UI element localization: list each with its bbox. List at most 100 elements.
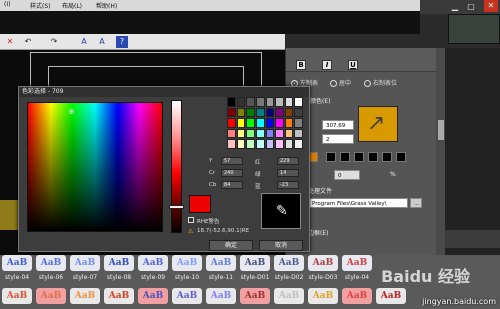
field-cb[interactable]: 84 — [221, 181, 243, 189]
menu-item-style[interactable]: 样式(S) — [30, 1, 51, 10]
maximize-icon[interactable]: ▢ — [466, 2, 476, 12]
style-tile-row2-3[interactable]: AaB — [104, 288, 134, 304]
style-tile-style-08[interactable]: AaB — [104, 255, 134, 271]
field-blue[interactable]: -23 — [277, 181, 299, 189]
palette-color-24[interactable] — [227, 128, 236, 139]
close-window-icon[interactable]: ✕ — [484, 0, 498, 12]
palette-color-6[interactable] — [284, 97, 294, 107]
style-tile-style-07[interactable]: AaB — [70, 255, 100, 271]
palette-color-12[interactable] — [265, 107, 275, 118]
ok-button[interactable]: 确定 — [209, 240, 253, 251]
menu-item-1[interactable]: (I) — [4, 1, 10, 8]
cancel-button[interactable]: 取消 — [259, 240, 303, 251]
palette-color-1[interactable] — [236, 97, 246, 107]
palette-color-9[interactable] — [236, 107, 246, 118]
timeline-strip[interactable] — [445, 230, 500, 248]
close-x-icon[interactable]: ✕ — [4, 36, 16, 48]
palette-color-21[interactable] — [275, 118, 284, 128]
undo-icon[interactable]: ↶ — [22, 36, 34, 48]
redo-icon[interactable]: ↷ — [48, 36, 60, 48]
palette-color-15[interactable] — [294, 107, 303, 118]
palette-color-22[interactable] — [284, 118, 294, 128]
color-square-6[interactable] — [396, 152, 406, 162]
value-field-2[interactable]: 2 — [322, 134, 354, 144]
palette-color-8[interactable] — [227, 107, 236, 118]
browse-button[interactable]: ... — [410, 198, 422, 208]
luminance-slider[interactable] — [169, 100, 184, 233]
style-tile-row2-11[interactable]: AaB — [376, 288, 406, 304]
palette-color-10[interactable] — [246, 107, 255, 118]
palette-color-37[interactable] — [275, 139, 284, 149]
style-tile-row2-2[interactable]: AaB — [70, 288, 100, 304]
slider-thumb[interactable] — [169, 205, 184, 209]
style-tile-style-04[interactable]: AaB — [2, 255, 32, 271]
style-tile-row2-4[interactable]: AaB — [138, 288, 168, 304]
palette-color-29[interactable] — [275, 128, 284, 139]
align-right-radio[interactable]: 右制表位 — [364, 78, 397, 87]
spin-field[interactable]: 0 — [334, 170, 360, 180]
color-field[interactable]: ⊕ — [27, 102, 163, 232]
style-tile-style-D02[interactable]: AaB — [274, 255, 304, 271]
style-tile-row2-5[interactable]: AaB — [172, 288, 202, 304]
style-tile-row2-9[interactable]: AaB — [308, 288, 338, 304]
palette-color-18[interactable] — [246, 118, 255, 128]
palette-color-11[interactable] — [255, 107, 265, 118]
field-y[interactable]: 57 — [221, 157, 243, 165]
style-tile-style-10[interactable]: AaB — [172, 255, 202, 271]
palette-color-16[interactable] — [227, 118, 236, 128]
palette-color-25[interactable] — [236, 128, 246, 139]
palette-color-0[interactable] — [227, 97, 236, 107]
bold-button[interactable]: B — [296, 60, 306, 70]
style-tile-row2-8[interactable]: AaB — [274, 288, 304, 304]
field-cr[interactable]: 240 — [221, 169, 243, 177]
field-red[interactable]: 229 — [277, 157, 299, 165]
color-square-3[interactable] — [354, 152, 364, 162]
color-square-5[interactable] — [382, 152, 392, 162]
rhe-warning-checkbox[interactable] — [188, 217, 194, 223]
palette-color-34[interactable] — [246, 139, 255, 149]
color-square-4[interactable] — [368, 152, 378, 162]
palette-color-7[interactable] — [294, 97, 303, 107]
palette-color-27[interactable] — [255, 128, 265, 139]
underline-button[interactable]: U — [348, 60, 358, 70]
style-tile-row2-7[interactable]: AaB — [240, 288, 270, 304]
palette-color-36[interactable] — [265, 139, 275, 149]
menu-item-help[interactable]: 帮助(H) — [96, 1, 117, 10]
color-square-1[interactable] — [326, 152, 336, 162]
style-tile-row2-10[interactable]: AaB — [342, 288, 372, 304]
palette-color-38[interactable] — [284, 139, 294, 149]
texture-preview[interactable]: ↗ — [358, 106, 398, 142]
help-icon[interactable]: ? — [116, 36, 128, 48]
palette-color-26[interactable] — [246, 128, 255, 139]
eyedropper-preview[interactable]: ✎ — [261, 193, 301, 229]
palette-color-20[interactable] — [265, 118, 275, 128]
palette-color-23[interactable] — [294, 118, 303, 128]
style-tile-row2-0[interactable]: AaB — [2, 288, 32, 304]
scrollbar-thumb[interactable] — [438, 120, 444, 140]
color-square-2[interactable] — [340, 152, 350, 162]
style-tile-style-06[interactable]: AaB — [36, 255, 66, 271]
palette-color-5[interactable] — [275, 97, 284, 107]
minimize-icon[interactable]: ▁ — [450, 2, 460, 12]
align-center-radio[interactable]: 居中 — [330, 78, 351, 87]
palette-color-4[interactable] — [265, 97, 275, 107]
palette-color-39[interactable] — [294, 139, 303, 149]
palette-color-35[interactable] — [255, 139, 265, 149]
palette-color-19[interactable] — [255, 118, 265, 128]
menu-item-layout[interactable]: 布局(L) — [62, 1, 82, 10]
style-tile-row2-1[interactable]: AaB — [36, 288, 66, 304]
palette-color-30[interactable] — [284, 128, 294, 139]
style-tile-style-D01[interactable]: AaB — [240, 255, 270, 271]
style-tile-style-11[interactable]: AaB — [206, 255, 236, 271]
palette-color-2[interactable] — [246, 97, 255, 107]
value-field-1[interactable]: 307.69 — [322, 120, 354, 130]
palette-color-17[interactable] — [236, 118, 246, 128]
italic-button[interactable]: I — [322, 60, 332, 70]
palette-color-14[interactable] — [284, 107, 294, 118]
palette-color-3[interactable] — [255, 97, 265, 107]
palette-color-31[interactable] — [294, 128, 303, 139]
text-effect-icon[interactable]: A — [78, 36, 90, 48]
palette-color-28[interactable] — [265, 128, 275, 139]
field-green[interactable]: 14 — [277, 169, 299, 177]
style-tile-style-09[interactable]: AaB — [138, 255, 168, 271]
